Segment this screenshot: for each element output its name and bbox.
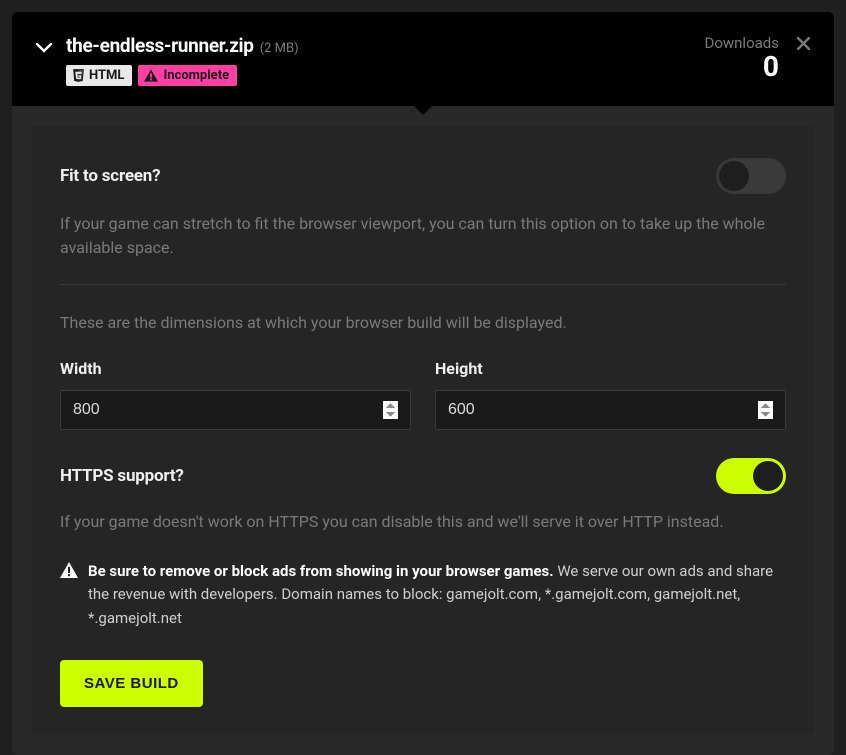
toggle-knob: [753, 461, 783, 491]
width-field: Width: [60, 359, 411, 430]
file-info: the-endless-runner.zip (2 MB) HTML: [66, 34, 299, 86]
inner-panel: Fit to screen? If your game can stretch …: [32, 126, 814, 735]
incomplete-badge-label: Incomplete: [163, 68, 229, 83]
https-row: HTTPS support?: [60, 458, 786, 494]
https-toggle[interactable]: [716, 458, 786, 494]
content-panel: Fit to screen? If your game can stretch …: [12, 106, 834, 755]
warning-text: Be sure to remove or block ads from show…: [88, 560, 786, 630]
incomplete-badge: Incomplete: [138, 65, 237, 86]
https-label: HTTPS support?: [60, 466, 184, 486]
dimensions-intro: These are the dimensions at which your b…: [60, 311, 786, 335]
badges: HTML Incomplete: [66, 65, 299, 86]
header-right: Downloads 0: [704, 34, 810, 83]
downloads-block: Downloads 0: [704, 34, 779, 83]
file-size: (2 MB): [260, 41, 299, 56]
height-label: Height: [435, 359, 786, 378]
html5-icon: [72, 68, 85, 83]
height-field: Height: [435, 359, 786, 430]
save-build-button[interactable]: SAVE BUILD: [60, 660, 203, 707]
warning-icon: [60, 562, 78, 578]
divider: [60, 284, 786, 285]
warning-icon: [144, 69, 158, 82]
chevron-down-icon[interactable]: [36, 38, 52, 58]
file-header: the-endless-runner.zip (2 MB) HTML: [12, 12, 834, 106]
file-name: the-endless-runner.zip: [66, 34, 254, 57]
fit-to-screen-label: Fit to screen?: [60, 166, 160, 186]
https-help: If your game doesn't work on HTTPS you c…: [60, 510, 786, 534]
downloads-count: 0: [704, 52, 779, 83]
warning-bold: Be sure to remove or block ads from show…: [88, 562, 554, 580]
width-input[interactable]: [60, 390, 411, 430]
close-icon[interactable]: [797, 35, 810, 55]
fit-to-screen-row: Fit to screen?: [60, 158, 786, 194]
html-badge-label: HTML: [89, 68, 124, 83]
height-input[interactable]: [435, 390, 786, 430]
fit-to-screen-toggle[interactable]: [716, 158, 786, 194]
file-title-row: the-endless-runner.zip (2 MB): [66, 34, 299, 57]
width-label: Width: [60, 359, 411, 378]
toggle-knob: [719, 161, 749, 191]
html-badge: HTML: [66, 65, 132, 86]
arrow-notch: [413, 105, 433, 115]
fit-to-screen-help: If your game can stretch to fit the brow…: [60, 212, 786, 260]
header-left: the-endless-runner.zip (2 MB) HTML: [36, 34, 299, 86]
dimensions-row: Width Height: [60, 359, 786, 430]
ads-warning: Be sure to remove or block ads from show…: [60, 560, 786, 630]
